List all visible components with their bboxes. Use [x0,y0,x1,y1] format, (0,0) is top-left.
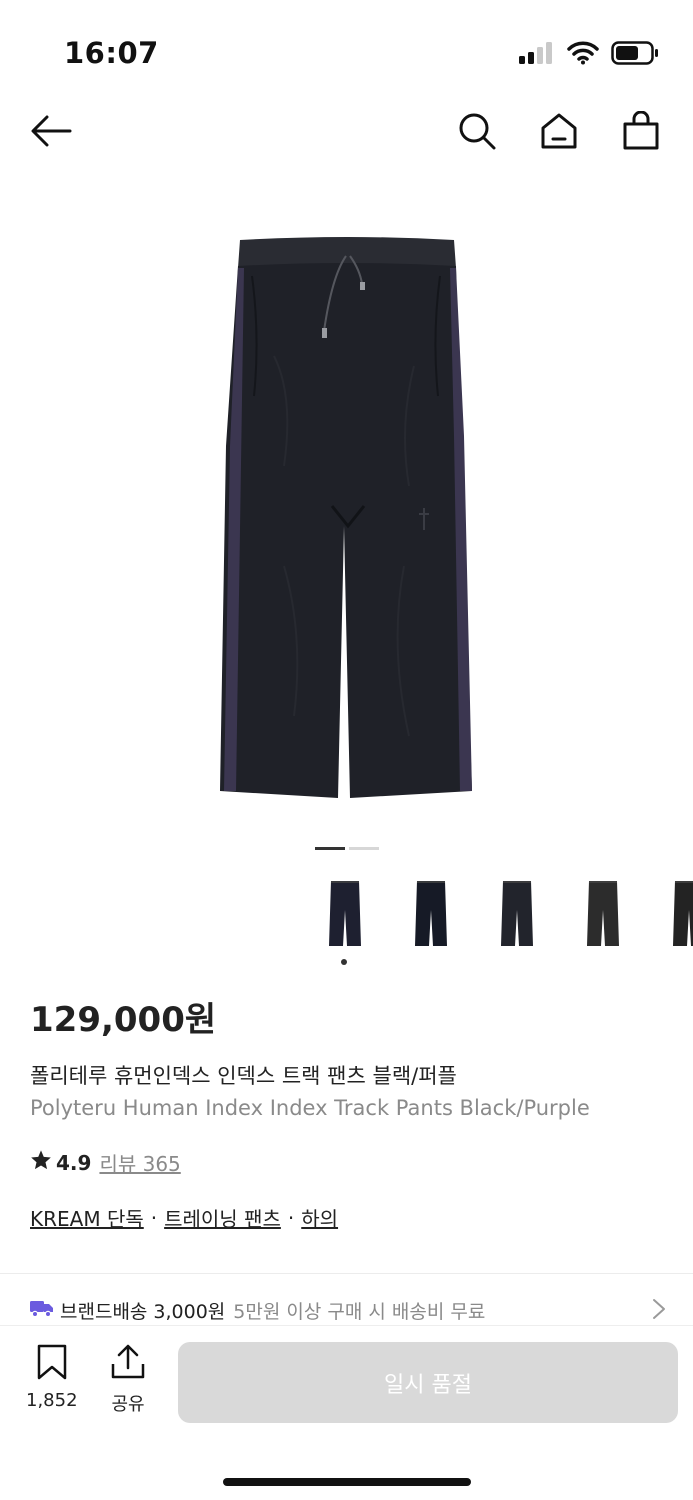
chevron-right-icon [652,1298,666,1325]
share-label: 공유 [111,1394,145,1415]
product-tags: KREAM 단독 · 트레이닝 팬츠 · 하의 [30,1203,338,1232]
product-main-image[interactable] [214,236,482,798]
tag-separator: · [150,1205,158,1230]
thumbnail-image [587,881,619,946]
thumbnail-track-pants-black[interactable] [647,878,693,950]
home-indicator [223,1478,471,1486]
status-icons [519,40,659,70]
bottom-action-bar: 1,852 공유 일시 품절 [0,1325,693,1500]
bookmark-button[interactable]: 1,852 [26,1344,78,1411]
tag-separator: · [287,1205,295,1230]
cellular-signal-icon [519,41,555,69]
bookmark-icon [35,1344,69,1384]
share-button[interactable]: 공유 [110,1344,146,1416]
wifi-icon [567,41,599,69]
product-name-english: Polyteru Human Index Index Track Pants B… [30,1096,590,1120]
carousel-segment-active [315,847,345,850]
thumbnail-image [329,881,361,946]
review-count-link[interactable]: 리뷰 365 [99,1148,180,1177]
home-button[interactable] [534,108,584,158]
truck-icon [30,1298,54,1323]
selected-thumbnail-dot [341,959,347,965]
carousel-indicator [315,847,379,850]
thumbnail-image [501,881,533,946]
product-name-korean: 폴리테루 휴먼인덱스 인덱스 트랙 팬츠 블랙/퍼플 [30,1064,457,1088]
arrow-left-icon [30,113,72,153]
section-divider [0,1273,693,1274]
share-icon [110,1344,146,1384]
thumbnail-image [415,881,447,946]
nav-bar [0,100,693,166]
status-bar: 16:07 [0,0,693,100]
tag-bottoms[interactable]: 하의 [301,1203,338,1232]
tag-kream-exclusive[interactable]: KREAM 단독 [30,1203,144,1232]
shipping-info-row[interactable]: 브랜드배송 3,000원 5만원 이상 구매 시 배송비 무료 [30,1290,670,1330]
shipping-label: 브랜드배송 [60,1300,148,1323]
home-icon [539,111,579,155]
shipping-fee: 3,000원 [153,1300,226,1323]
search-button[interactable] [452,108,502,158]
thumbnail-track-pants-black-navy[interactable] [389,878,473,950]
thumbnail-track-pants-dark-grey[interactable] [561,878,645,950]
product-price: 129,000원 [30,1000,217,1040]
bookmark-count: 1,852 [26,1390,78,1411]
thumbnail-track-pants-charcoal[interactable] [475,878,559,950]
sold-out-button[interactable]: 일시 품절 [178,1342,678,1423]
shipping-free-note: 5만원 이상 구매 시 배송비 무료 [233,1300,486,1323]
cart-button[interactable] [616,108,666,158]
carousel-segment [349,847,379,850]
search-icon [457,111,497,155]
thumbnail-track-pants-black-purple[interactable] [303,878,387,950]
status-time: 16:07 [64,36,159,70]
thumbnail-image [673,881,693,946]
tag-training-pants[interactable]: 트레이닝 팬츠 [164,1203,281,1232]
rating-row: 4.9 리뷰 365 [30,1148,181,1177]
star-icon [30,1149,52,1176]
shopping-bag-icon [622,110,660,155]
battery-icon [611,40,659,70]
thumbnail-strip[interactable] [303,878,693,954]
back-button[interactable] [26,108,76,158]
rating-score: 4.9 [56,1150,92,1175]
